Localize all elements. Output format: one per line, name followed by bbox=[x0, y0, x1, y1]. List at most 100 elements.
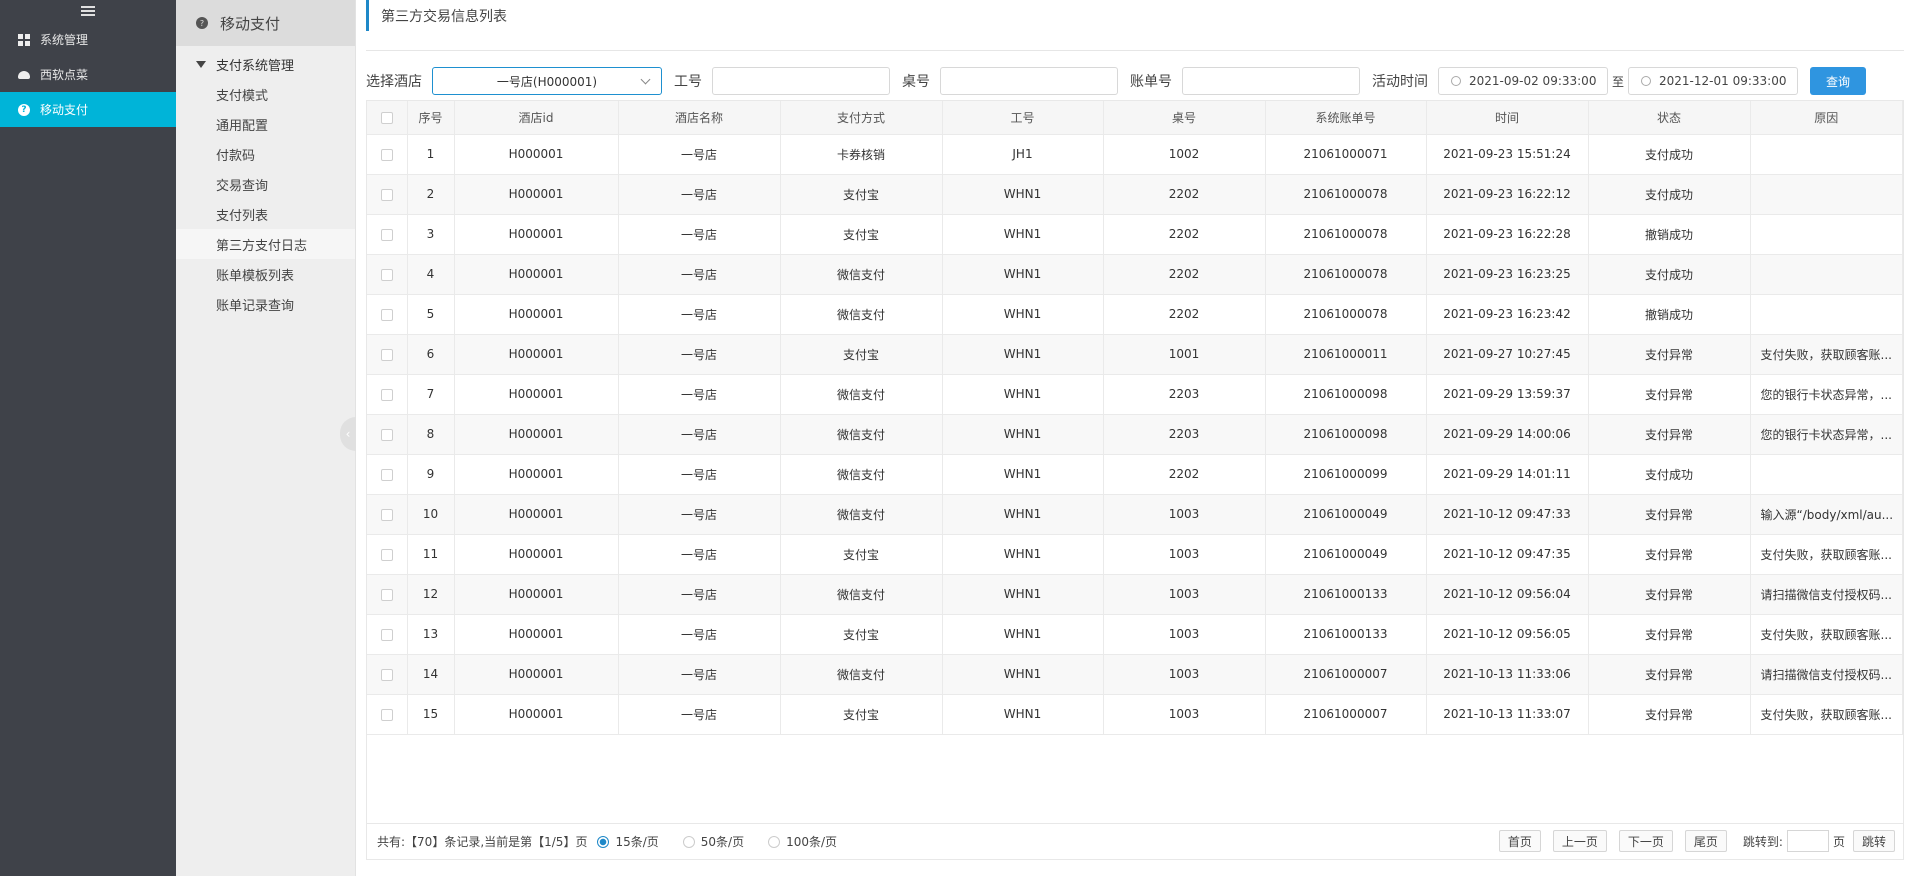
column-header[interactable]: 酒店名称 bbox=[618, 101, 781, 135]
cell-pay-method: 支付宝 bbox=[780, 174, 943, 215]
table-row[interactable]: 5 H000001 一号店 微信支付 WHN1 2202 21061000078 2021-0… bbox=[367, 294, 1903, 335]
bill-input[interactable] bbox=[1182, 67, 1360, 95]
cell-reason: 支付失败，获取顾客账... bbox=[1750, 614, 1903, 655]
column-header[interactable]: 系统账单号 bbox=[1265, 101, 1427, 135]
table-row[interactable]: 15 H000001 一号店 支付宝 WHN1 1003 21061000007 2021-1… bbox=[367, 694, 1903, 735]
table-row[interactable]: 2 H000001 一号店 支付宝 WHN1 2202 21061000078 2021-09… bbox=[367, 174, 1903, 215]
row-checkbox[interactable] bbox=[380, 468, 393, 481]
submenu-item-bill-records[interactable]: 账单记录查询 bbox=[176, 289, 355, 319]
sidebar-item-system[interactable]: 系统管理 bbox=[0, 22, 176, 57]
submenu-title: 移动支付 bbox=[220, 14, 281, 33]
table-row[interactable]: 10 H000001 一号店 微信支付 WHN1 1003 21061000049 2021-… bbox=[367, 494, 1903, 535]
cell-table-no: 1003 bbox=[1103, 534, 1266, 575]
table-row[interactable]: 7 H000001 一号店 微信支付 WHN1 2203 21061000098 2021-0… bbox=[367, 374, 1903, 415]
cell-time: 2021-09-23 16:23:42 bbox=[1426, 294, 1589, 335]
table-row[interactable]: 13 H000001 一号店 支付宝 WHN1 1003 21061000133 2021-1… bbox=[367, 614, 1903, 655]
cell-table-no: 2202 bbox=[1103, 254, 1266, 295]
table-row[interactable]: 4 H000001 一号店 微信支付 WHN1 2202 21061000078 2021-0… bbox=[367, 254, 1903, 295]
column-header[interactable]: 序号 bbox=[407, 101, 455, 135]
row-checkbox[interactable] bbox=[380, 548, 393, 561]
cell-reason: 支付失败，获取顾客账... bbox=[1750, 534, 1903, 575]
cell-worker-id: WHN1 bbox=[942, 494, 1104, 535]
submenu-item-transaction-query[interactable]: 交易查询 bbox=[176, 169, 355, 199]
cell-hotel-id: H000001 bbox=[454, 534, 619, 575]
cell-worker-id: WHN1 bbox=[942, 414, 1104, 455]
first-page-button[interactable]: 首页 bbox=[1498, 830, 1541, 852]
column-header[interactable]: 桌号 bbox=[1103, 101, 1266, 135]
row-select-cell bbox=[367, 654, 408, 695]
row-checkbox[interactable] bbox=[380, 348, 393, 361]
column-header[interactable]: 原因 bbox=[1750, 101, 1903, 135]
table-row[interactable]: 3 H000001 一号店 支付宝 WHN1 2202 21061000078 2021-09… bbox=[367, 214, 1903, 255]
table-input[interactable] bbox=[940, 67, 1118, 95]
page-size-radio-50[interactable] bbox=[682, 835, 695, 848]
page-size-radio-100[interactable] bbox=[768, 835, 781, 848]
jump-button[interactable]: 跳转 bbox=[1852, 830, 1895, 852]
cell-status: 支付异常 bbox=[1588, 694, 1751, 735]
cell-time: 2021-09-29 13:59:37 bbox=[1426, 374, 1589, 415]
table-row[interactable]: 14 H000001 一号店 微信支付 WHN1 1003 21061000007 2021-… bbox=[367, 654, 1903, 695]
row-checkbox[interactable] bbox=[380, 188, 393, 201]
submenu-item-bill-templates[interactable]: 账单模板列表 bbox=[176, 259, 355, 289]
row-checkbox[interactable] bbox=[380, 588, 393, 601]
query-button[interactable]: 查询 bbox=[1810, 67, 1867, 95]
row-checkbox[interactable] bbox=[380, 308, 393, 321]
sidebar-item-ordering[interactable]: 西软点菜 bbox=[0, 57, 176, 92]
cell-hotel-name: 一号店 bbox=[618, 534, 781, 575]
pagination-controls: 首页 上一页 下一页 尾页 跳转到: 页 跳转 bbox=[1487, 830, 1895, 852]
sidebar-item-mobile-pay[interactable]: ? 移动支付 bbox=[0, 92, 176, 127]
date-from-input[interactable]: 2021-09-02 09:33:00 bbox=[1438, 67, 1608, 95]
cell-reason: 请扫描微信支付授权码... bbox=[1750, 654, 1903, 695]
menu-toggle-icon[interactable] bbox=[0, 0, 176, 22]
row-checkbox[interactable] bbox=[380, 628, 393, 641]
submenu-item-pay-list[interactable]: 支付列表 bbox=[176, 199, 355, 229]
cell-reason bbox=[1750, 134, 1903, 175]
cell-hotel-id: H000001 bbox=[454, 614, 619, 655]
cell-bill-no: 21061000133 bbox=[1265, 614, 1427, 655]
submenu-group-pay-system[interactable]: 支付系统管理 bbox=[176, 49, 355, 79]
table-row[interactable]: 9 H000001 一号店 微信支付 WHN1 2202 21061000099 2021-0… bbox=[367, 454, 1903, 495]
row-checkbox[interactable] bbox=[380, 508, 393, 521]
submenu-item-general-config[interactable]: 通用配置 bbox=[176, 109, 355, 139]
column-header[interactable]: 支付方式 bbox=[780, 101, 943, 135]
table-row[interactable]: 8 H000001 一号店 微信支付 WHN1 2203 21061000098 2021-0… bbox=[367, 414, 1903, 455]
main-sidebar: 系统管理 西软点菜 ? 移动支付 bbox=[0, 0, 176, 876]
submenu-item-pay-mode[interactable]: 支付模式 bbox=[176, 79, 355, 109]
prev-page-button[interactable]: 上一页 bbox=[1552, 830, 1607, 852]
table-row[interactable]: 1 H000001 一号店 卡券核销 JH1 1002 21061000071 2021-09… bbox=[367, 134, 1903, 175]
cell-table-no: 2202 bbox=[1103, 454, 1266, 495]
column-header[interactable]: 工号 bbox=[942, 101, 1104, 135]
table-row[interactable]: 11 H000001 一号店 支付宝 WHN1 1003 21061000049 2021-1… bbox=[367, 534, 1903, 575]
row-select-cell bbox=[367, 134, 408, 175]
jump-page-input[interactable] bbox=[1786, 830, 1829, 852]
hotel-select[interactable]: 一号店(H000001) bbox=[432, 67, 662, 95]
select-all-checkbox[interactable] bbox=[380, 111, 393, 124]
worker-input[interactable] bbox=[712, 67, 890, 95]
column-header[interactable]: 时间 bbox=[1426, 101, 1589, 135]
row-checkbox[interactable] bbox=[380, 708, 393, 721]
row-checkbox[interactable] bbox=[380, 388, 393, 401]
cell-bill-no: 21061000078 bbox=[1265, 294, 1427, 335]
page-size-radio-15[interactable] bbox=[597, 835, 610, 848]
row-checkbox[interactable] bbox=[380, 148, 393, 161]
row-checkbox[interactable] bbox=[380, 228, 393, 241]
cell-table-no: 1003 bbox=[1103, 574, 1266, 615]
submenu-item-third-party-log[interactable]: 第三方支付日志 bbox=[176, 229, 355, 259]
column-header[interactable]: 酒店id bbox=[454, 101, 619, 135]
last-page-button[interactable]: 尾页 bbox=[1684, 830, 1727, 852]
bill-label: 账单号 bbox=[1130, 74, 1172, 90]
column-header[interactable]: 状态 bbox=[1588, 101, 1751, 135]
row-checkbox[interactable] bbox=[380, 268, 393, 281]
clock-icon bbox=[1641, 76, 1652, 86]
row-checkbox[interactable] bbox=[380, 428, 393, 441]
date-to-input[interactable]: 2021-12-01 09:33:00 bbox=[1628, 67, 1799, 95]
cell-table-no: 2203 bbox=[1103, 414, 1266, 455]
cell-hotel-id: H000001 bbox=[454, 694, 619, 735]
row-checkbox[interactable] bbox=[380, 668, 393, 681]
next-page-button[interactable]: 下一页 bbox=[1618, 830, 1673, 852]
table-body: 1 H000001 一号店 卡券核销 JH1 1002 21061000071 2021-09… bbox=[367, 134, 1903, 735]
submenu-item-pay-code[interactable]: 付款码 bbox=[176, 139, 355, 169]
table-row[interactable]: 6 H000001 一号店 支付宝 WHN1 1001 21061000011 2021-09… bbox=[367, 334, 1903, 375]
table-row[interactable]: 12 H000001 一号店 微信支付 WHN1 1003 21061000133 2021-… bbox=[367, 574, 1903, 615]
grid-icon bbox=[18, 33, 30, 46]
